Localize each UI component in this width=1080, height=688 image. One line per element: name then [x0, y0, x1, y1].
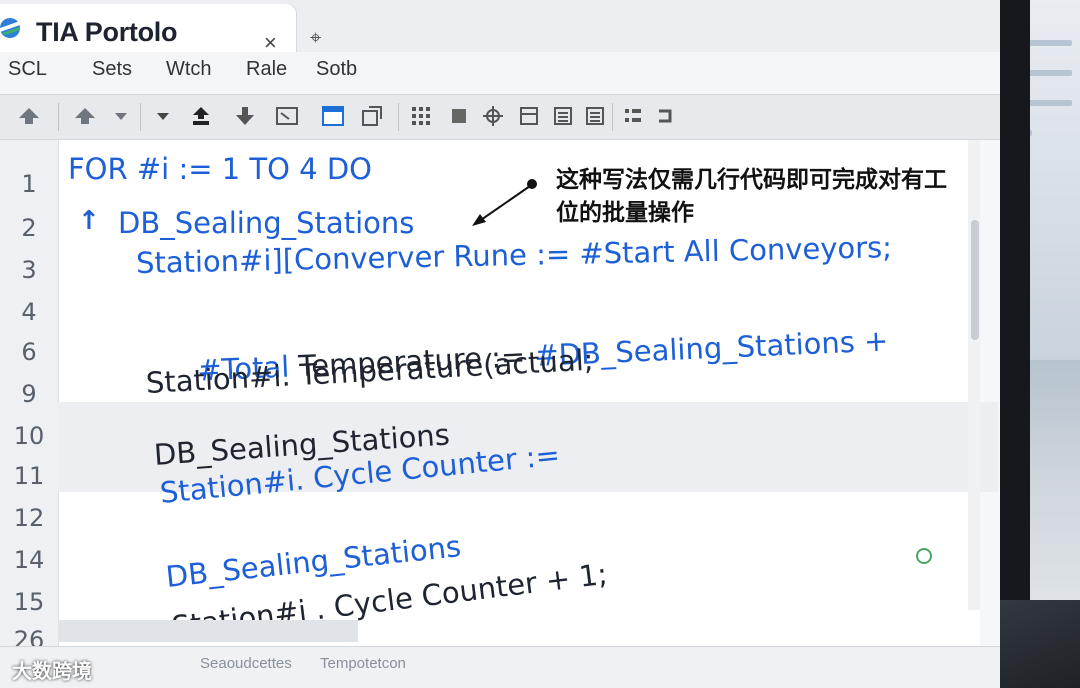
chevron-down-icon[interactable] — [108, 103, 134, 129]
line-number: 14 — [13, 546, 45, 574]
arrow-up-icon: ↑ — [78, 206, 100, 236]
tia-portal-window: TIA Portolo × ⌖ SCL Sets Wtch Rale Sotb … — [0, 0, 1000, 688]
status-tab-1[interactable]: Seaoudcettes — [200, 655, 292, 672]
toolbar — [0, 94, 1000, 140]
line-number: 11 — [13, 462, 45, 490]
line-number: 12 — [13, 504, 45, 532]
line-number: 6 — [21, 338, 37, 366]
refresh-icon[interactable] — [652, 103, 678, 129]
menu-rale[interactable]: Rale — [246, 58, 287, 81]
tia-logo-icon — [0, 18, 20, 38]
annotation-arrow — [472, 179, 537, 226]
line-number: 1 — [21, 170, 37, 198]
menu-bar: SCL Sets Wtch Rale Sotb ■ — [0, 52, 1000, 133]
editor-tab[interactable]: TIA Portolo × — [0, 4, 296, 55]
code-line-db: DB_Sealing_Stations — [118, 206, 415, 240]
pin-icon[interactable]: ⌖ — [310, 27, 321, 50]
dropdown-arrow-icon[interactable] — [150, 103, 176, 129]
upload-icon[interactable] — [188, 103, 214, 129]
line-number: 2 — [21, 214, 37, 242]
watermark-logo: 大数跨境 — [12, 659, 92, 683]
line-number-gutter: 1 2 3 4 6 9 10 11 12 14 15 26 — [0, 140, 59, 688]
line-number: 4 — [21, 298, 37, 326]
window-icon[interactable] — [320, 103, 346, 129]
block-icon[interactable] — [516, 103, 542, 129]
menu-watch[interactable]: Wtch — [166, 58, 212, 81]
list2-icon[interactable] — [620, 103, 646, 129]
horizontal-scrollbar[interactable] — [58, 620, 358, 642]
scrollbar-thumb[interactable] — [971, 220, 979, 340]
line-number: 3 — [21, 256, 37, 284]
copy-icon[interactable] — [360, 103, 386, 129]
line-number: 10 — [13, 422, 45, 450]
code-line-for: FOR #i := 1 TO 4 DO — [68, 152, 372, 186]
grid-icon[interactable] — [408, 103, 434, 129]
window-title: TIA Portolo — [36, 17, 178, 47]
title-bar: TIA Portolo × ⌖ — [0, 0, 1000, 55]
annotation-note: 这种写法仅需几行代码即可完成对有工位的批量操作 — [556, 167, 947, 226]
line-number: 15 — [13, 588, 45, 616]
compare-icon[interactable] — [274, 103, 300, 129]
menu-scl[interactable]: SCL — [8, 58, 47, 81]
print-icon[interactable] — [446, 103, 472, 129]
menu-sotb[interactable]: Sotb — [316, 58, 357, 81]
table-icon[interactable] — [582, 103, 608, 129]
status-tab-2[interactable]: Tempotetcon — [320, 655, 406, 672]
up-arrow-dropdown-icon[interactable] — [72, 103, 98, 129]
up-arrow-icon[interactable] — [16, 103, 42, 129]
network-icon[interactable] — [480, 103, 506, 129]
status-ok-icon — [916, 548, 932, 564]
list-icon[interactable] — [550, 103, 576, 129]
status-bar: Seaoudcettes Tempotetcon — [0, 646, 1000, 688]
vertical-scrollbar[interactable] — [968, 140, 980, 610]
download-icon[interactable] — [232, 103, 258, 129]
line-number: 9 — [21, 380, 37, 408]
menu-sets[interactable]: Sets — [92, 58, 132, 81]
